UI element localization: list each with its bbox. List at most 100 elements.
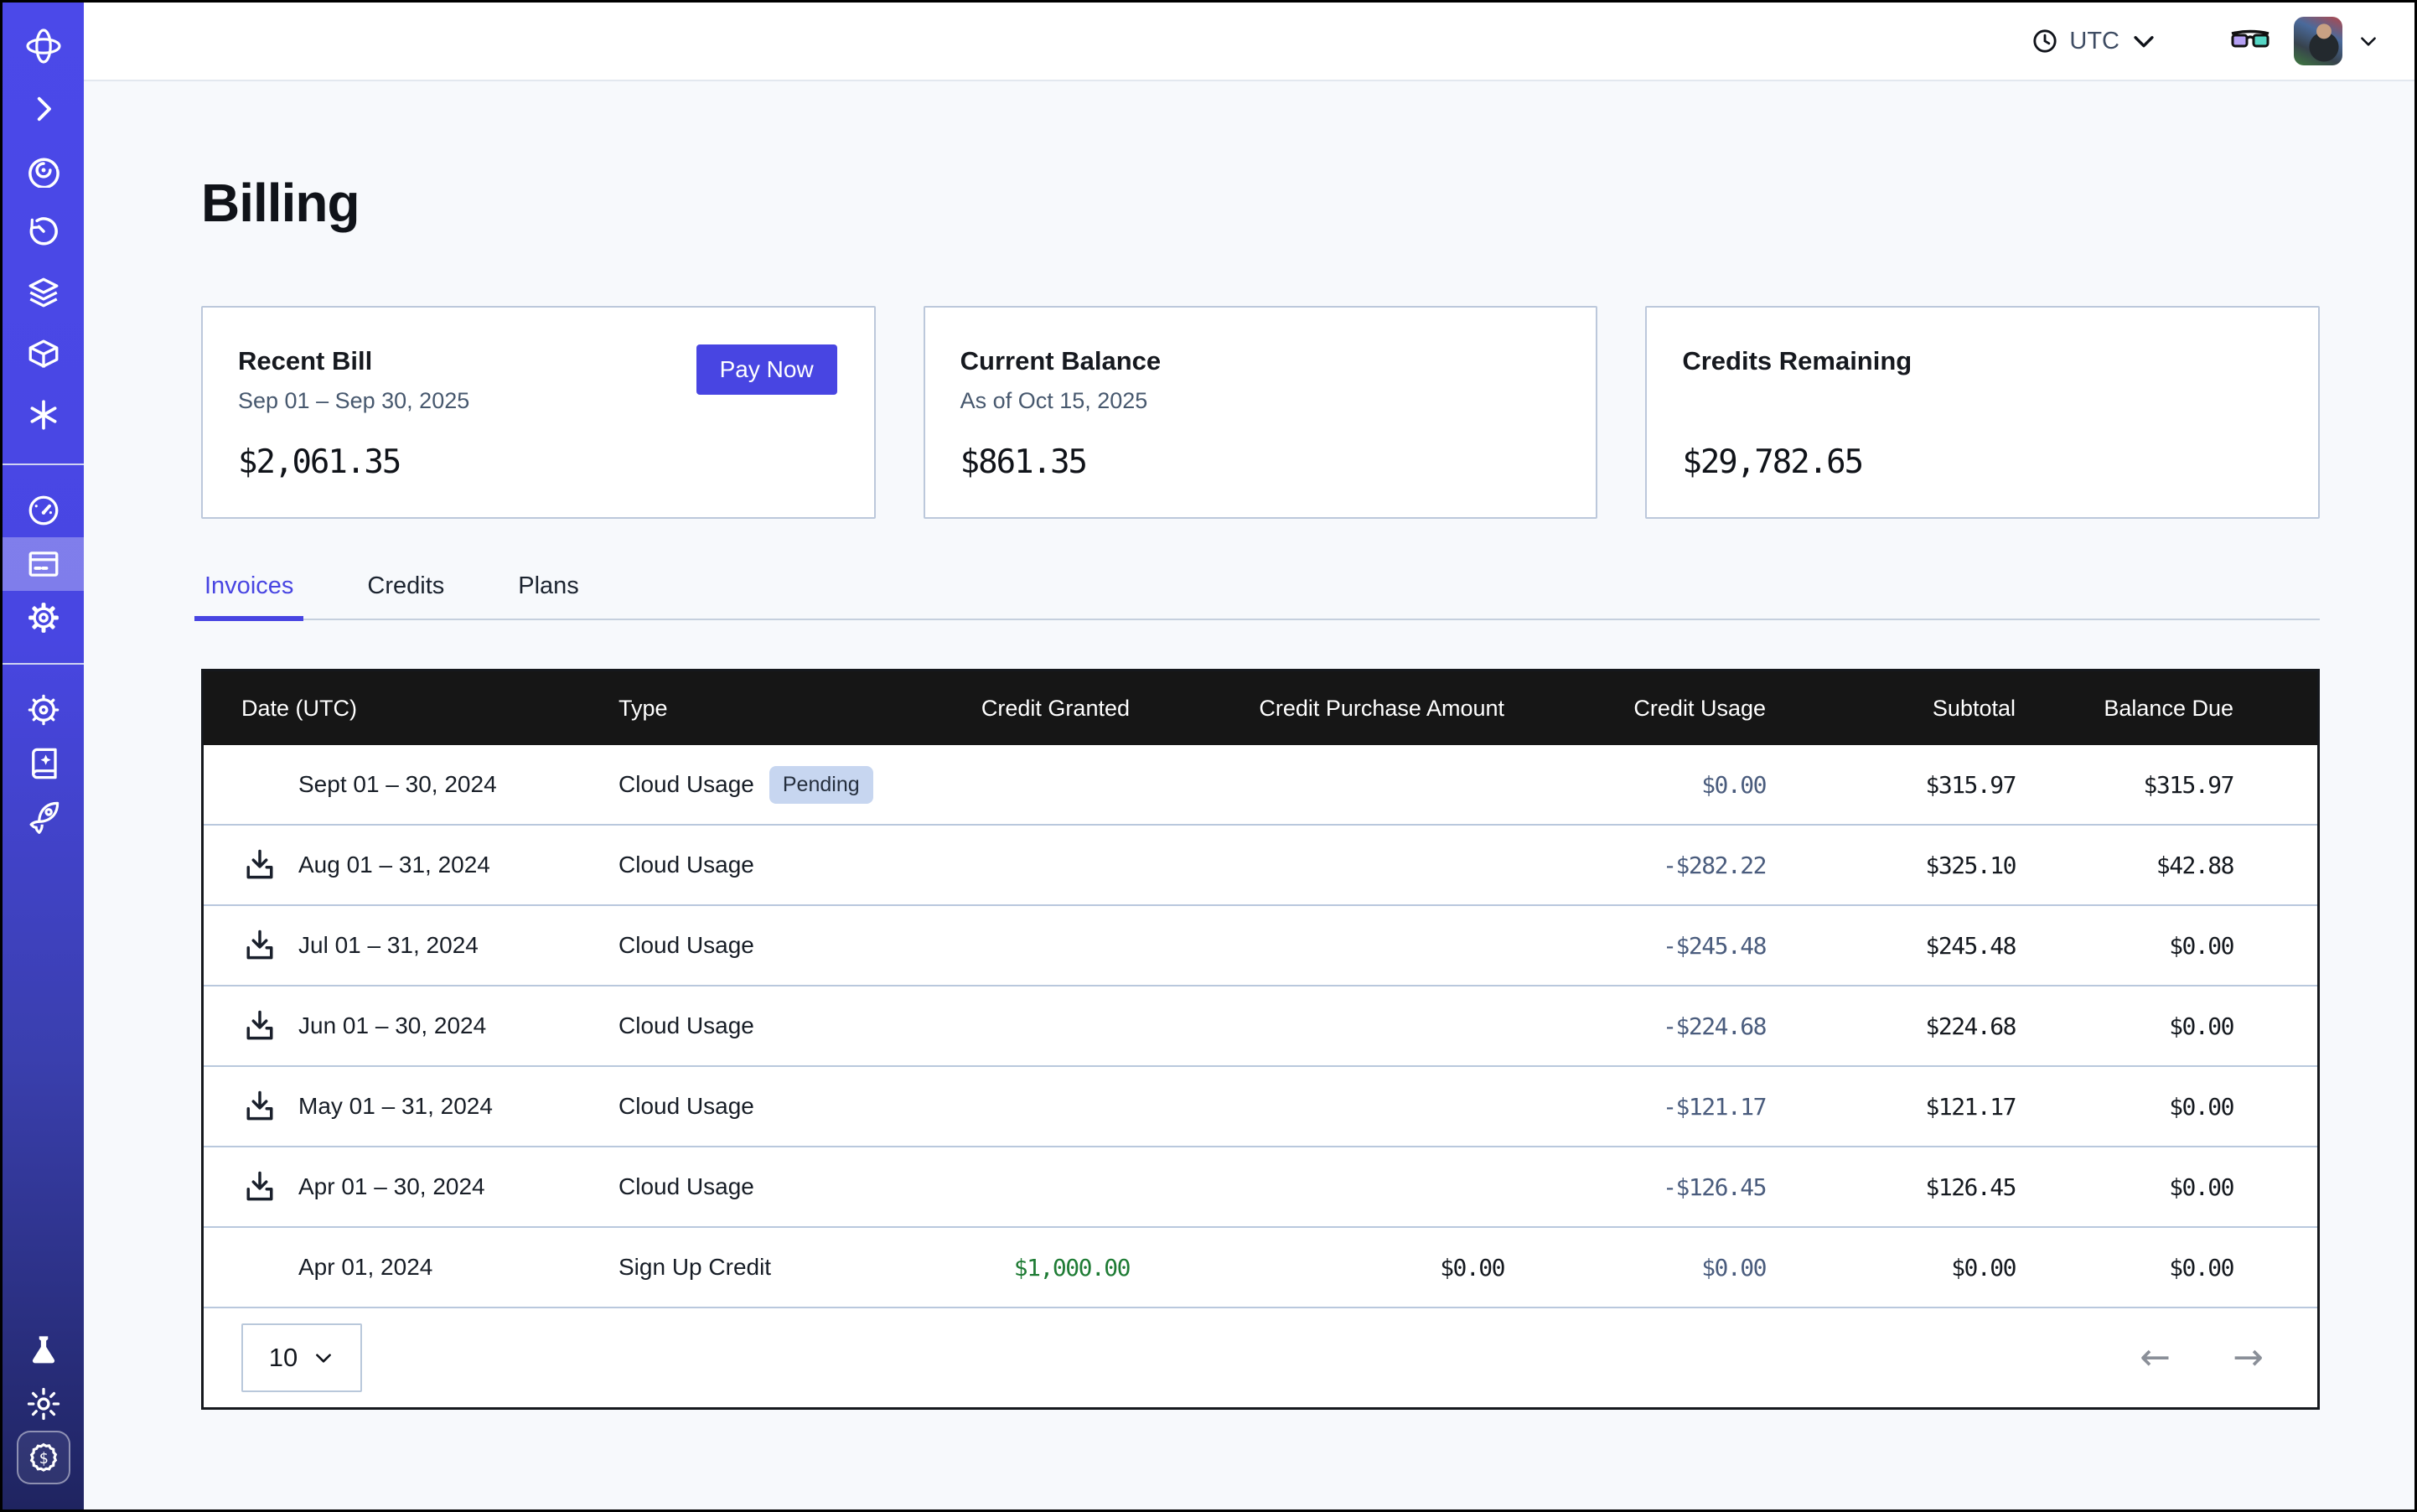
column-header: Balance Due xyxy=(2016,696,2317,722)
subtotal: $325.10 xyxy=(1766,852,2016,879)
balance-due: $0.00 xyxy=(2016,1093,2317,1121)
rocket-icon[interactable] xyxy=(3,790,84,844)
tab-invoices[interactable]: Invoices xyxy=(201,572,297,619)
balance-due: $0.00 xyxy=(2016,1173,2317,1201)
invoice-type: Cloud Usage xyxy=(618,852,754,878)
table-header: Date (UTC) Type Credit Granted Credit Pu… xyxy=(204,671,2317,745)
column-header: Credit Granted xyxy=(929,696,1130,722)
credit-usage: -$126.45 xyxy=(1504,1173,1766,1201)
flask-icon[interactable] xyxy=(3,1323,84,1377)
book-sparkle-icon[interactable] xyxy=(3,737,84,790)
download-icon xyxy=(241,1088,278,1125)
download-invoice-button[interactable] xyxy=(241,1007,278,1044)
column-header: Credit Purchase Amount xyxy=(1130,696,1504,722)
tab-plans[interactable]: Plans xyxy=(515,572,582,619)
download-invoice-button[interactable] xyxy=(241,927,278,964)
invoice-date: May 01 – 31, 2024 xyxy=(298,1093,493,1120)
chevron-down-icon xyxy=(2130,27,2158,55)
previous-page-arrow-icon[interactable]: ← xyxy=(2140,1339,2171,1376)
pay-now-button[interactable]: Pay Now xyxy=(696,344,837,395)
invoice-type: Cloud Usage xyxy=(618,1012,754,1039)
invoices-table: Date (UTC) Type Credit Granted Credit Pu… xyxy=(201,669,2320,1410)
timezone-selector[interactable]: UTC xyxy=(2031,27,2158,55)
billing-card-icon[interactable] xyxy=(3,537,84,591)
asterisk-icon[interactable] xyxy=(3,384,84,445)
billing-page: Billing Recent Bill Sep 01 – Sep 30, 202… xyxy=(84,81,2414,1509)
tab-credits[interactable]: Credits xyxy=(364,572,448,619)
invoice-date: Aug 01 – 31, 2024 xyxy=(298,852,490,878)
table-row: Apr 01 – 30, 2024 Cloud Usage -$126.45 $… xyxy=(204,1147,2317,1228)
sidebar-spacer xyxy=(3,844,84,1323)
invoice-type: Cloud Usage xyxy=(618,932,754,959)
page-title: Billing xyxy=(201,172,2320,234)
helm-icon[interactable] xyxy=(3,683,84,737)
chevron-right-icon[interactable] xyxy=(3,78,84,139)
subtotal: $126.45 xyxy=(1766,1173,2016,1201)
subtotal: $121.17 xyxy=(1766,1093,2016,1121)
svg-text:$: $ xyxy=(39,1450,48,1468)
sidebar-divider xyxy=(3,463,84,465)
table-row: Aug 01 – 31, 2024 Cloud Usage -$282.22 $… xyxy=(204,826,2317,906)
column-header: Type xyxy=(618,696,929,722)
cube-icon[interactable] xyxy=(3,323,84,384)
layers-icon[interactable] xyxy=(3,261,84,323)
download-invoice-button[interactable] xyxy=(241,1168,278,1205)
invoice-date: Apr 01 – 30, 2024 xyxy=(298,1173,485,1200)
credit-granted: $1,000.00 xyxy=(929,1254,1130,1282)
table-row: May 01 – 31, 2024 Cloud Usage -$121.17 $… xyxy=(204,1067,2317,1147)
billing-tabs: Invoices Credits Plans xyxy=(201,572,2320,620)
credits-remaining-amount: $29,782.65 xyxy=(1682,443,2283,481)
sun-icon[interactable] xyxy=(3,1377,84,1431)
chevron-down-icon[interactable] xyxy=(2357,30,2379,52)
dollar-badge-button[interactable]: $ xyxy=(17,1431,70,1484)
balance-due: $42.88 xyxy=(2016,852,2317,879)
table-footer: 10 ← → xyxy=(204,1308,2317,1407)
download-invoice-button[interactable] xyxy=(241,847,278,883)
chevron-down-icon xyxy=(313,1347,334,1369)
logo-orbit-icon[interactable] xyxy=(3,14,84,78)
card-subtitle: As of Oct 15, 2025 xyxy=(960,388,1561,417)
invoice-type: Cloud Usage xyxy=(618,1093,754,1120)
pager: ← → xyxy=(2140,1339,2264,1376)
column-header: Credit Usage xyxy=(1504,696,1766,722)
card-subtitle xyxy=(1682,388,2283,417)
download-invoice-button[interactable] xyxy=(241,1088,278,1125)
sidebar-divider xyxy=(3,663,84,665)
subtotal: $224.68 xyxy=(1766,1012,2016,1040)
gauge-icon[interactable] xyxy=(3,484,84,537)
balance-due: $315.97 xyxy=(2016,771,2317,799)
invoice-date: Jun 01 – 30, 2024 xyxy=(298,1012,486,1039)
recent-bill-card: Recent Bill Sep 01 – Sep 30, 2025 $2,061… xyxy=(201,306,876,519)
spiral-eye-icon[interactable] xyxy=(3,139,84,200)
download-icon xyxy=(241,1168,278,1205)
balance-due: $0.00 xyxy=(2016,1254,2317,1282)
download-icon xyxy=(241,847,278,883)
credit-usage: -$121.17 xyxy=(1504,1093,1766,1121)
timer-icon[interactable] xyxy=(3,200,84,261)
credit-usage: -$224.68 xyxy=(1504,1012,1766,1040)
next-page-arrow-icon[interactable]: → xyxy=(2233,1339,2264,1376)
subtotal: $245.48 xyxy=(1766,932,2016,960)
card-title: Credits Remaining xyxy=(1682,346,2283,376)
invoice-type: Sign Up Credit xyxy=(618,1254,771,1281)
credit-purchase-amount: $0.00 xyxy=(1130,1254,1504,1282)
main-area: UTC Billing Recent Bill Sep 01 – Sep 30,… xyxy=(84,3,2414,1509)
invoice-date: Jul 01 – 31, 2024 xyxy=(298,932,479,959)
credit-usage: -$282.22 xyxy=(1504,852,1766,879)
glasses-icon[interactable] xyxy=(2230,28,2270,54)
invoice-date: Sept 01 – 30, 2024 xyxy=(298,771,497,798)
gear-icon[interactable] xyxy=(3,591,84,645)
page-size-select[interactable]: 10 xyxy=(241,1323,362,1392)
topbar: UTC xyxy=(84,3,2414,81)
user-avatar[interactable] xyxy=(2294,17,2342,65)
table-row: Jul 01 – 31, 2024 Cloud Usage -$245.48 $… xyxy=(204,906,2317,986)
card-title: Current Balance xyxy=(960,346,1561,376)
credit-usage: $0.00 xyxy=(1504,1254,1766,1282)
app-window: $ UTC Billing xyxy=(0,0,2417,1512)
table-row: Apr 01, 2024 Sign Up Credit $1,000.00 $0… xyxy=(204,1228,2317,1308)
dollar-badge-icon: $ xyxy=(26,1440,61,1475)
recent-bill-amount: $2,061.35 xyxy=(238,443,839,481)
invoice-type: Cloud Usage xyxy=(618,771,754,798)
download-icon xyxy=(241,927,278,964)
clock-icon xyxy=(2031,27,2059,55)
